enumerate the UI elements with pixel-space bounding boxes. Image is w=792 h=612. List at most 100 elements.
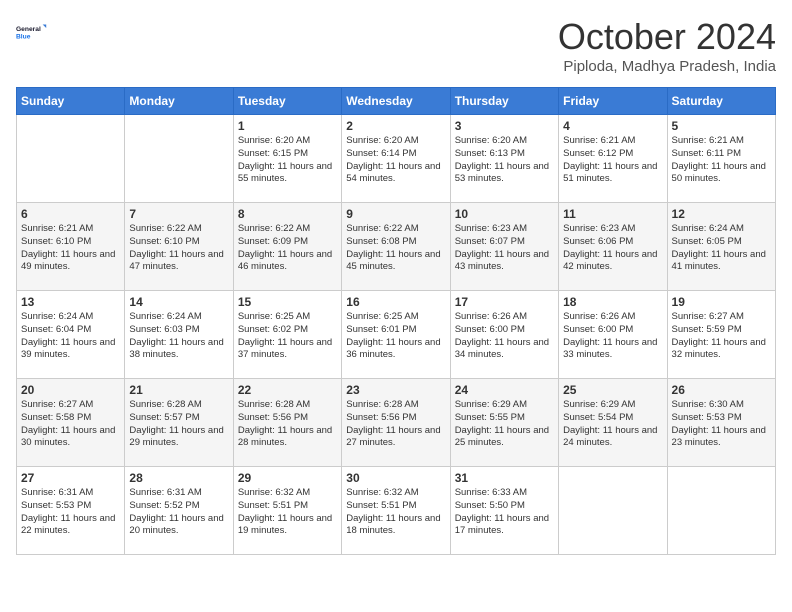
calendar-cell [559,467,667,555]
week-row-2: 6 Sunrise: 6:21 AMSunset: 6:10 PMDayligh… [17,203,776,291]
svg-text:General: General [16,26,41,33]
day-number: 22 [238,383,337,397]
calendar-cell: 27 Sunrise: 6:31 AMSunset: 5:53 PMDaylig… [17,467,125,555]
sunrise-text: Sunrise: 6:22 AMSunset: 6:10 PMDaylight:… [129,223,223,272]
sunrise-text: Sunrise: 6:22 AMSunset: 6:08 PMDaylight:… [346,223,440,272]
calendar-cell: 26 Sunrise: 6:30 AMSunset: 5:53 PMDaylig… [667,379,775,467]
calendar-table: SundayMondayTuesdayWednesdayThursdayFrid… [16,87,776,555]
calendar-cell: 30 Sunrise: 6:32 AMSunset: 5:51 PMDaylig… [342,467,450,555]
day-number: 21 [129,383,228,397]
calendar-cell [17,115,125,203]
svg-text:Blue: Blue [16,34,31,41]
day-number: 17 [455,295,554,309]
calendar-cell: 11 Sunrise: 6:23 AMSunset: 6:06 PMDaylig… [559,203,667,291]
calendar-cell: 23 Sunrise: 6:28 AMSunset: 5:56 PMDaylig… [342,379,450,467]
sunrise-text: Sunrise: 6:27 AMSunset: 5:58 PMDaylight:… [21,399,115,448]
sunrise-text: Sunrise: 6:23 AMSunset: 6:07 PMDaylight:… [455,223,549,272]
week-row-3: 13 Sunrise: 6:24 AMSunset: 6:04 PMDaylig… [17,291,776,379]
sunrise-text: Sunrise: 6:32 AMSunset: 5:51 PMDaylight:… [346,487,440,536]
day-number: 30 [346,471,445,485]
month-title: October 2024 [558,16,776,58]
sunrise-text: Sunrise: 6:20 AMSunset: 6:13 PMDaylight:… [455,135,549,184]
header-monday: Monday [125,88,233,115]
sunrise-text: Sunrise: 6:20 AMSunset: 6:14 PMDaylight:… [346,135,440,184]
calendar-cell: 24 Sunrise: 6:29 AMSunset: 5:55 PMDaylig… [450,379,558,467]
calendar-cell: 9 Sunrise: 6:22 AMSunset: 6:08 PMDayligh… [342,203,450,291]
day-number: 1 [238,119,337,133]
week-row-5: 27 Sunrise: 6:31 AMSunset: 5:53 PMDaylig… [17,467,776,555]
sunrise-text: Sunrise: 6:21 AMSunset: 6:12 PMDaylight:… [563,135,657,184]
sunrise-text: Sunrise: 6:30 AMSunset: 5:53 PMDaylight:… [672,399,766,448]
sunrise-text: Sunrise: 6:24 AMSunset: 6:03 PMDaylight:… [129,311,223,360]
sunrise-text: Sunrise: 6:32 AMSunset: 5:51 PMDaylight:… [238,487,332,536]
day-number: 10 [455,207,554,221]
calendar-cell: 7 Sunrise: 6:22 AMSunset: 6:10 PMDayligh… [125,203,233,291]
day-number: 15 [238,295,337,309]
sunrise-text: Sunrise: 6:21 AMSunset: 6:11 PMDaylight:… [672,135,766,184]
sunrise-text: Sunrise: 6:23 AMSunset: 6:06 PMDaylight:… [563,223,657,272]
calendar-cell: 3 Sunrise: 6:20 AMSunset: 6:13 PMDayligh… [450,115,558,203]
sunrise-text: Sunrise: 6:22 AMSunset: 6:09 PMDaylight:… [238,223,332,272]
day-number: 25 [563,383,662,397]
day-number: 31 [455,471,554,485]
logo-icon: General Blue [16,16,48,48]
header-sunday: Sunday [17,88,125,115]
day-number: 3 [455,119,554,133]
calendar-cell: 5 Sunrise: 6:21 AMSunset: 6:11 PMDayligh… [667,115,775,203]
location: Piploda, Madhya Pradesh, India [558,58,776,75]
calendar-cell: 25 Sunrise: 6:29 AMSunset: 5:54 PMDaylig… [559,379,667,467]
sunrise-text: Sunrise: 6:25 AMSunset: 6:02 PMDaylight:… [238,311,332,360]
sunrise-text: Sunrise: 6:29 AMSunset: 5:55 PMDaylight:… [455,399,549,448]
day-number: 28 [129,471,228,485]
calendar-cell: 8 Sunrise: 6:22 AMSunset: 6:09 PMDayligh… [233,203,341,291]
calendar-cell: 16 Sunrise: 6:25 AMSunset: 6:01 PMDaylig… [342,291,450,379]
day-number: 2 [346,119,445,133]
header-thursday: Thursday [450,88,558,115]
day-number: 27 [21,471,120,485]
day-number: 13 [21,295,120,309]
day-number: 20 [21,383,120,397]
calendar-cell: 19 Sunrise: 6:27 AMSunset: 5:59 PMDaylig… [667,291,775,379]
sunrise-text: Sunrise: 6:21 AMSunset: 6:10 PMDaylight:… [21,223,115,272]
calendar-cell: 4 Sunrise: 6:21 AMSunset: 6:12 PMDayligh… [559,115,667,203]
calendar-cell: 18 Sunrise: 6:26 AMSunset: 6:00 PMDaylig… [559,291,667,379]
header-tuesday: Tuesday [233,88,341,115]
sunrise-text: Sunrise: 6:31 AMSunset: 5:52 PMDaylight:… [129,487,223,536]
sunrise-text: Sunrise: 6:20 AMSunset: 6:15 PMDaylight:… [238,135,332,184]
sunrise-text: Sunrise: 6:28 AMSunset: 5:57 PMDaylight:… [129,399,223,448]
header-wednesday: Wednesday [342,88,450,115]
sunrise-text: Sunrise: 6:31 AMSunset: 5:53 PMDaylight:… [21,487,115,536]
calendar-cell: 28 Sunrise: 6:31 AMSunset: 5:52 PMDaylig… [125,467,233,555]
calendar-cell: 21 Sunrise: 6:28 AMSunset: 5:57 PMDaylig… [125,379,233,467]
day-number: 26 [672,383,771,397]
sunrise-text: Sunrise: 6:24 AMSunset: 6:05 PMDaylight:… [672,223,766,272]
day-number: 24 [455,383,554,397]
title-block: October 2024 Piploda, Madhya Pradesh, In… [558,16,776,75]
day-number: 18 [563,295,662,309]
calendar-cell: 13 Sunrise: 6:24 AMSunset: 6:04 PMDaylig… [17,291,125,379]
day-number: 12 [672,207,771,221]
sunrise-text: Sunrise: 6:25 AMSunset: 6:01 PMDaylight:… [346,311,440,360]
sunrise-text: Sunrise: 6:33 AMSunset: 5:50 PMDaylight:… [455,487,549,536]
day-number: 11 [563,207,662,221]
day-number: 19 [672,295,771,309]
calendar-cell: 1 Sunrise: 6:20 AMSunset: 6:15 PMDayligh… [233,115,341,203]
day-number: 16 [346,295,445,309]
sunrise-text: Sunrise: 6:24 AMSunset: 6:04 PMDaylight:… [21,311,115,360]
sunrise-text: Sunrise: 6:29 AMSunset: 5:54 PMDaylight:… [563,399,657,448]
day-number: 29 [238,471,337,485]
week-row-1: 1 Sunrise: 6:20 AMSunset: 6:15 PMDayligh… [17,115,776,203]
day-number: 6 [21,207,120,221]
calendar-cell: 20 Sunrise: 6:27 AMSunset: 5:58 PMDaylig… [17,379,125,467]
calendar-cell: 22 Sunrise: 6:28 AMSunset: 5:56 PMDaylig… [233,379,341,467]
header-row: SundayMondayTuesdayWednesdayThursdayFrid… [17,88,776,115]
day-number: 23 [346,383,445,397]
day-number: 4 [563,119,662,133]
sunrise-text: Sunrise: 6:28 AMSunset: 5:56 PMDaylight:… [346,399,440,448]
calendar-cell: 10 Sunrise: 6:23 AMSunset: 6:07 PMDaylig… [450,203,558,291]
sunrise-text: Sunrise: 6:28 AMSunset: 5:56 PMDaylight:… [238,399,332,448]
day-number: 9 [346,207,445,221]
day-number: 5 [672,119,771,133]
week-row-4: 20 Sunrise: 6:27 AMSunset: 5:58 PMDaylig… [17,379,776,467]
calendar-cell: 31 Sunrise: 6:33 AMSunset: 5:50 PMDaylig… [450,467,558,555]
